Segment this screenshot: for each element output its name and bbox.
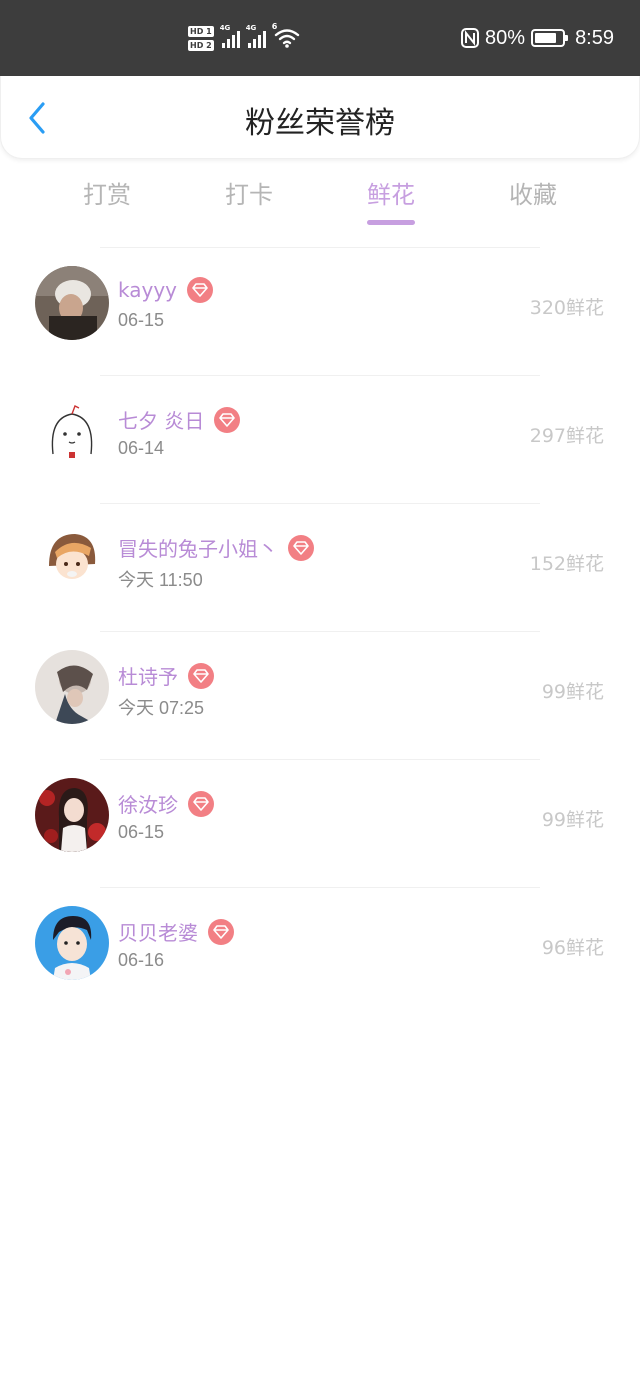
avatar[interactable]: [35, 650, 109, 724]
tab-reward[interactable]: 打赏: [36, 172, 178, 226]
chevron-left-icon: [29, 102, 45, 134]
name-row: 杜诗予: [118, 661, 214, 690]
avatar[interactable]: [35, 906, 109, 980]
battery-percent: 80%: [485, 26, 526, 49]
battery-level: [535, 33, 556, 43]
diamond-badge-icon: [214, 406, 241, 433]
wifi-icon: 6: [272, 22, 300, 48]
back-button[interactable]: [19, 98, 55, 138]
list-item[interactable]: kayyy 06-15 320鲜花: [0, 247, 640, 375]
name-row: 冒失的兔子小姐丶: [118, 533, 314, 562]
status-bar-left: HD 1 HD 2 4G 4G 6: [188, 0, 300, 76]
user-name[interactable]: 贝贝老婆: [118, 917, 198, 946]
network-label: 4G: [219, 24, 231, 32]
flower-count: 99鲜花: [541, 809, 604, 831]
flower-count: 320鲜花: [529, 297, 604, 319]
diamond-badge-icon: [288, 534, 314, 561]
list-item[interactable]: 杜诗予 今天 07:25 99鲜花: [0, 631, 640, 759]
flower-count: 99鲜花: [541, 681, 604, 703]
status-bar: HD 1 HD 2 4G 4G 6 80% 8:59: [0, 0, 640, 76]
avatar[interactable]: [35, 522, 109, 596]
timestamp: 06-15: [118, 822, 165, 842]
diamond-badge-icon: [208, 918, 234, 945]
diamond-badge-icon: [187, 277, 213, 303]
user-name[interactable]: kayyy: [118, 278, 177, 302]
name-row: 徐汝珍: [118, 789, 214, 818]
flower-count: 96鲜花: [541, 937, 604, 959]
tab-flowers[interactable]: 鲜花: [320, 172, 462, 226]
status-bar-right: 80% 8:59: [461, 0, 614, 76]
timestamp: 06-15: [118, 310, 165, 330]
timestamp: 今天 07:25: [118, 698, 205, 718]
list-item[interactable]: 七夕 炎日 06-14 297鲜花: [0, 375, 640, 503]
battery-icon: [531, 29, 569, 47]
list-item[interactable]: 冒失的兔子小姐丶 今天 11:50 152鲜花: [0, 503, 640, 631]
user-name[interactable]: 杜诗予: [118, 661, 178, 690]
timestamp: 今天 11:50: [118, 570, 203, 590]
tab-label: 收藏: [509, 181, 557, 209]
tab-active-indicator: [367, 220, 415, 225]
header: 粉丝荣誉榜: [0, 76, 640, 159]
page-title: 粉丝荣誉榜: [245, 106, 395, 141]
tab-bar: 打赏 打卡 鲜花 收藏: [36, 172, 604, 232]
flower-count: 297鲜花: [529, 425, 604, 447]
name-row: 七夕 炎日: [118, 405, 241, 434]
list-item[interactable]: 贝贝老婆 06-16 96鲜花: [0, 887, 640, 1015]
hd1-label: HD 1: [188, 25, 214, 37]
hd-icon: HD 1 HD 2: [188, 25, 214, 51]
avatar[interactable]: [35, 778, 109, 852]
name-row: kayyy: [118, 277, 213, 303]
flower-count: 152鲜花: [529, 553, 604, 575]
tab-label: 鲜花: [367, 181, 415, 209]
avatar[interactable]: [35, 266, 109, 340]
clock: 8:59: [575, 26, 614, 49]
diamond-badge-icon: [188, 662, 214, 689]
fan-ranking-list: kayyy 06-15 320鲜花 七夕 炎日 06-14 297鲜花 冒失的兔…: [0, 247, 640, 1015]
user-name[interactable]: 徐汝珍: [118, 789, 178, 818]
tab-favorites[interactable]: 收藏: [462, 172, 604, 226]
diamond-badge-icon: [188, 790, 214, 817]
tab-label: 打卡: [225, 181, 273, 209]
name-row: 贝贝老婆: [118, 917, 234, 946]
list-item[interactable]: 徐汝珍 06-15 99鲜花: [0, 759, 640, 887]
timestamp: 06-16: [118, 950, 165, 970]
signal-icon: 4G: [220, 24, 240, 48]
nfc-icon: [461, 28, 480, 48]
hd2-label: HD 2: [188, 39, 214, 51]
tab-label: 打赏: [83, 181, 131, 209]
wifi-badge: 6: [271, 22, 278, 31]
user-name[interactable]: 七夕 炎日: [118, 405, 204, 434]
network-label: 4G: [245, 24, 257, 32]
tab-checkin[interactable]: 打卡: [178, 172, 320, 226]
signal-icon: 4G: [246, 24, 266, 48]
user-name[interactable]: 冒失的兔子小姐丶: [118, 533, 278, 562]
timestamp: 06-14: [118, 438, 165, 458]
avatar[interactable]: [35, 394, 109, 468]
